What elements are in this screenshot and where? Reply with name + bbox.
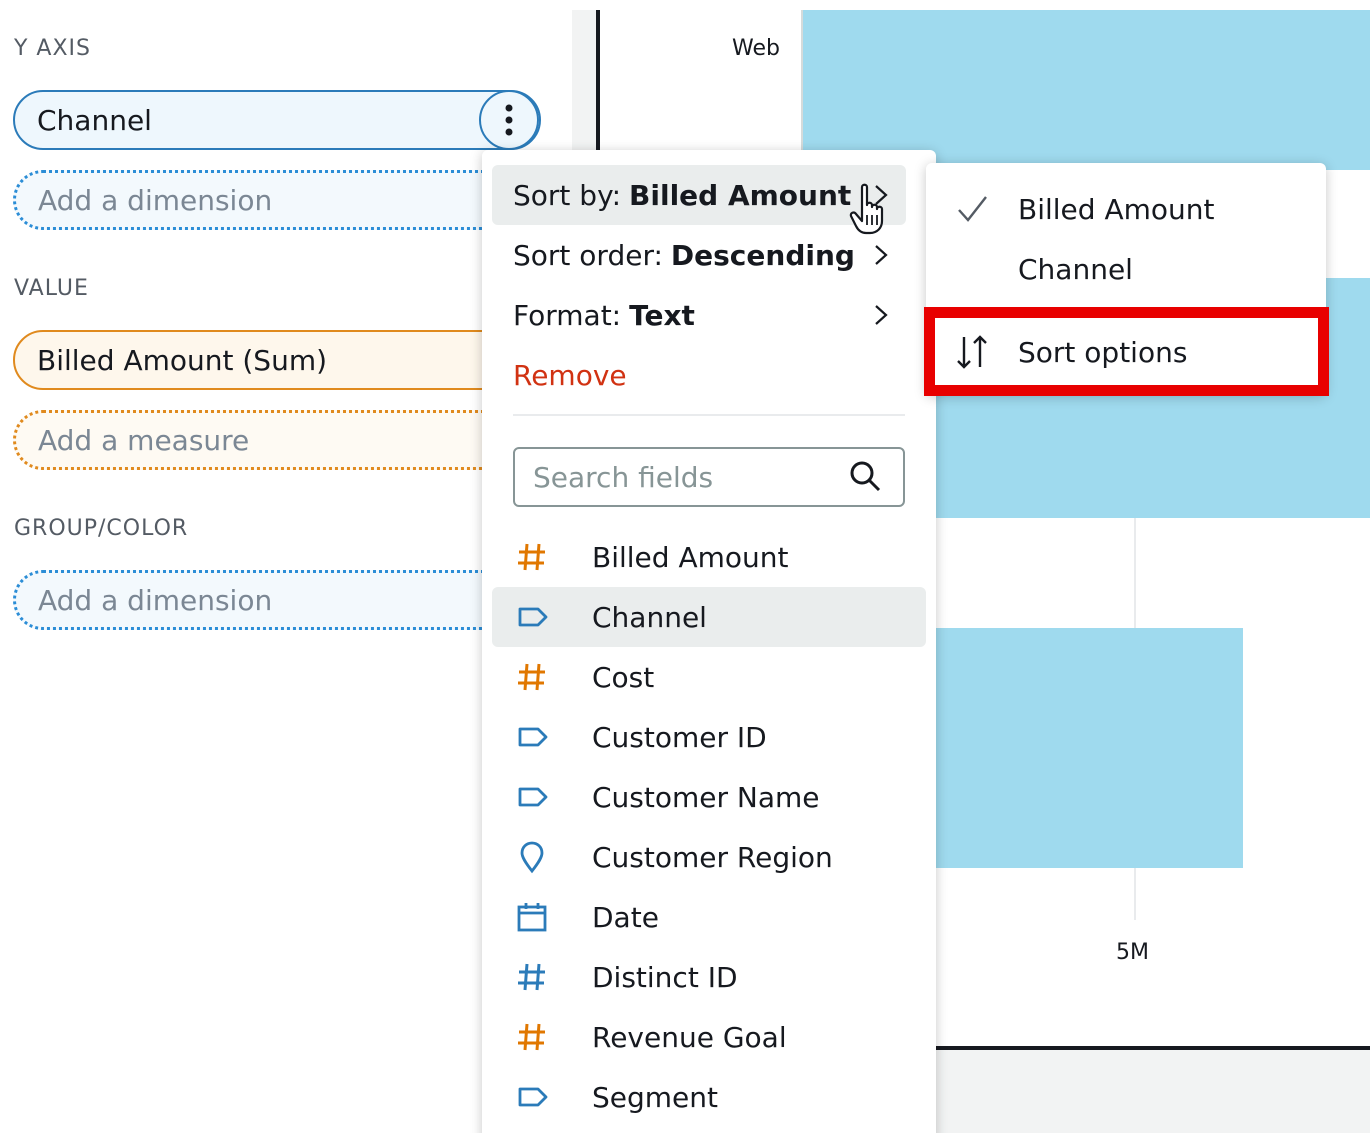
field-list-item-label: Distinct ID xyxy=(592,960,738,994)
more-options-icon[interactable] xyxy=(479,90,539,150)
chevron-right-icon xyxy=(875,245,888,265)
sort-by-billed-amount-label: Billed Amount xyxy=(1018,192,1215,226)
field-list-item-label: Channel xyxy=(592,600,707,634)
sort-by-prefix: Sort by: xyxy=(513,178,622,212)
field-context-menu: Sort by: Billed Amount Sort order: Descend… xyxy=(482,150,936,1133)
calendar-icon xyxy=(512,897,552,937)
search-fields-input[interactable]: Search fields xyxy=(513,447,905,507)
search-icon xyxy=(850,461,881,492)
group-color-add-dimension[interactable]: Add a dimension xyxy=(13,570,541,630)
bar-web[interactable] xyxy=(803,10,1370,170)
format-menu-item[interactable]: Format: Text xyxy=(492,285,906,345)
y-tick-label: Web xyxy=(732,36,780,61)
field-list-item[interactable]: Billed Amount xyxy=(492,527,926,587)
value-field-pill[interactable]: Billed Amount (Sum) xyxy=(13,330,541,390)
sort-by-menu-item[interactable]: Sort by: Billed Amount xyxy=(492,165,906,225)
field-list-item[interactable]: Customer Region xyxy=(492,827,926,887)
chevron-right-icon xyxy=(875,305,888,325)
field-list-item[interactable]: Date xyxy=(492,887,926,947)
menu-separator xyxy=(513,414,905,416)
sort-by-channel-label: Channel xyxy=(1018,252,1133,286)
sort-by-value: Billed Amount xyxy=(629,178,852,212)
field-list-item-label: Billed Amount xyxy=(592,540,789,574)
sort-order-value: Descending xyxy=(670,238,855,272)
grid-line xyxy=(1134,868,1136,920)
sort-order-prefix: Sort order: xyxy=(513,238,663,272)
hand-cursor-icon xyxy=(849,183,884,235)
x-tick-label: 5M xyxy=(1116,940,1149,965)
field-list-item-label: Customer Name xyxy=(592,780,820,814)
field-list-item[interactable]: Distinct ID xyxy=(492,947,926,1007)
hash-icon xyxy=(512,1017,552,1057)
field-list-item[interactable]: Cost xyxy=(492,647,926,707)
field-list-item-label: Customer ID xyxy=(592,720,767,754)
field-list-item-label: Revenue Goal xyxy=(592,1020,787,1054)
bar-3[interactable] xyxy=(936,628,1243,868)
field-list-item[interactable]: Segment xyxy=(492,1067,926,1127)
field-list-item-label: Customer Region xyxy=(592,840,833,874)
field-list-item-label: Segment xyxy=(592,1080,718,1114)
y-axis-field-label: Channel xyxy=(37,103,152,137)
format-prefix: Format: xyxy=(513,298,622,332)
format-value: Text xyxy=(629,298,695,332)
hash-icon xyxy=(512,537,552,577)
hash-icon xyxy=(512,957,552,997)
sort-by-channel[interactable]: Channel xyxy=(926,239,1326,299)
grid-line xyxy=(1134,518,1136,628)
sort-order-menu-item[interactable]: Sort order: Descending xyxy=(492,225,906,285)
field-list-item[interactable]: Revenue Goal xyxy=(492,1007,926,1067)
tag-icon xyxy=(512,1077,552,1117)
location-pin-icon xyxy=(512,837,552,877)
hash-icon xyxy=(512,657,552,697)
tag-icon xyxy=(512,597,552,637)
field-list-item-label: Cost xyxy=(592,660,655,694)
group-color-label: GROUP/COLOR xyxy=(14,516,189,541)
chart-footer xyxy=(936,1050,1370,1133)
checkmark-icon xyxy=(958,196,987,222)
y-axis-field-pill[interactable]: Channel xyxy=(13,90,541,150)
y-axis-add-dimension[interactable]: Add a dimension xyxy=(13,170,541,230)
value-label: VALUE xyxy=(14,276,89,301)
sort-by-billed-amount[interactable]: Billed Amount xyxy=(926,179,1326,239)
value-add-measure[interactable]: Add a measure xyxy=(13,410,541,470)
tag-icon xyxy=(512,717,552,757)
field-list-item-label: Date xyxy=(592,900,659,934)
field-list-item[interactable]: Customer ID xyxy=(492,707,926,767)
field-list-item[interactable]: Customer Name xyxy=(492,767,926,827)
tag-icon xyxy=(512,777,552,817)
y-axis-label: Y AXIS xyxy=(14,36,92,61)
remove-menu-item[interactable]: Remove xyxy=(492,345,906,405)
highlight-annotation xyxy=(924,307,1329,396)
field-list-item[interactable]: Channel xyxy=(492,587,926,647)
